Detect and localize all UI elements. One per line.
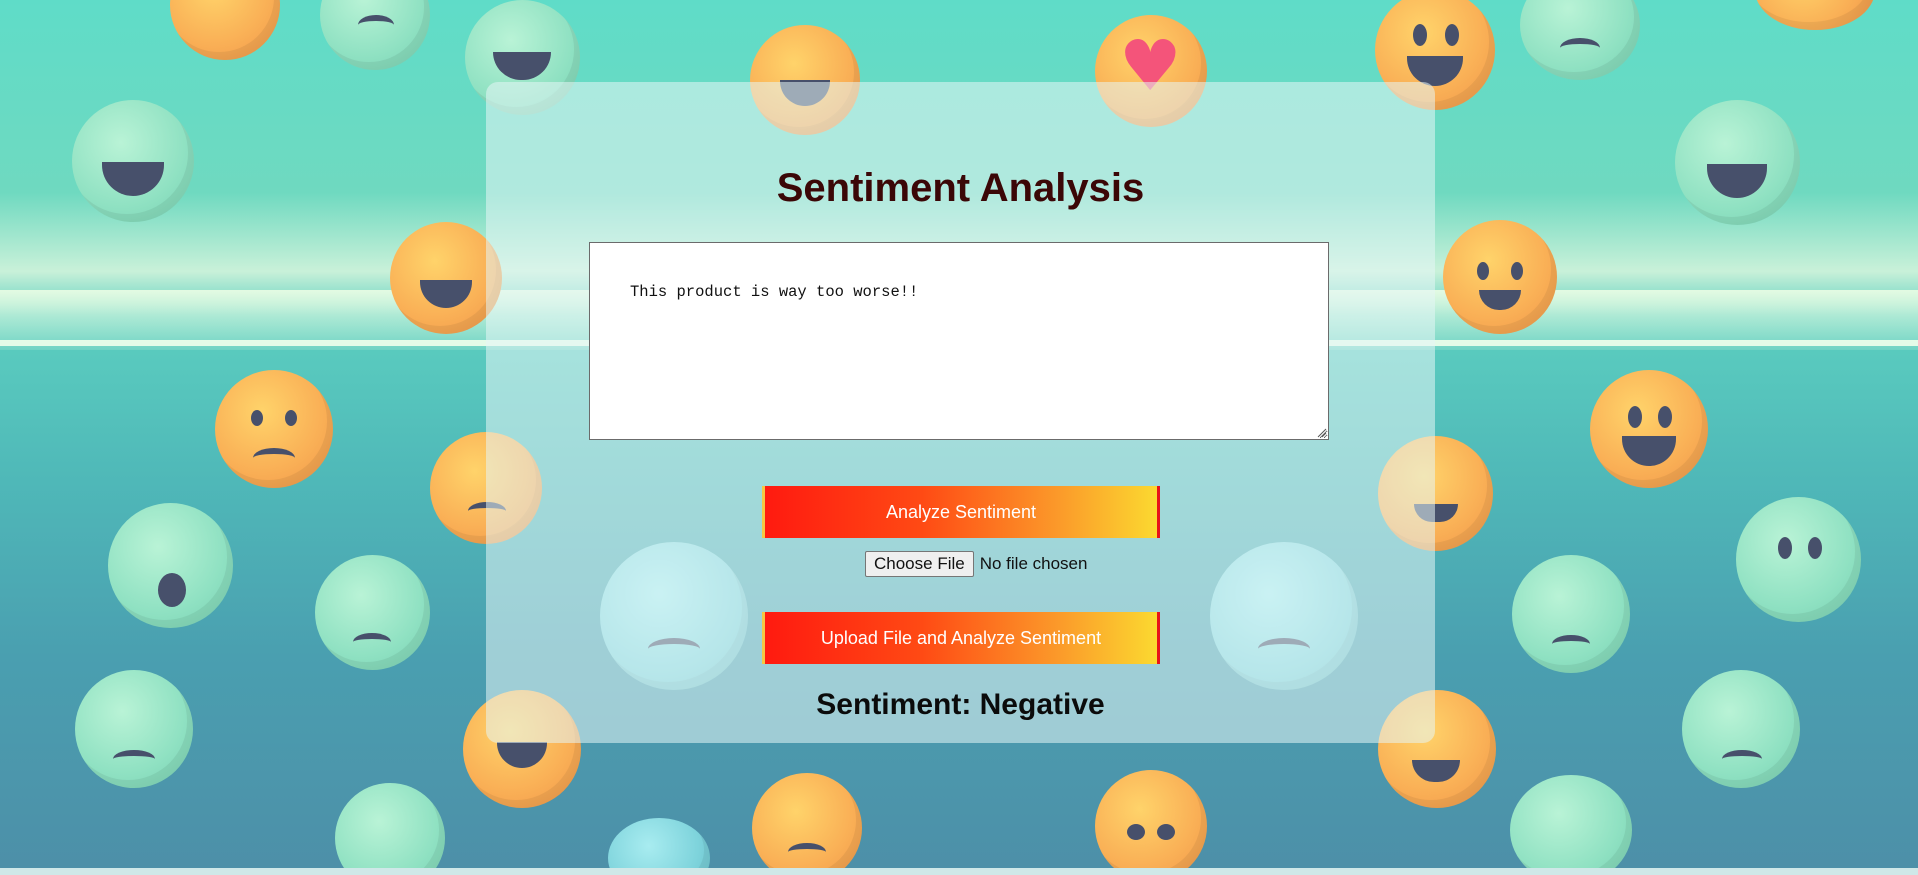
frowning-face-icon [75,670,193,788]
frowning-face-icon [215,370,333,488]
file-status-label: No file chosen [979,554,1088,573]
review-text-input[interactable]: This product is way too worse!! [589,242,1329,440]
laughing-face-icon [72,100,194,222]
choose-file-button[interactable]: Choose File [865,551,974,577]
smiley-face-icon [1095,770,1207,875]
smiley-face-icon [1510,775,1632,875]
laughing-face-icon [1675,100,1800,225]
surprised-face-icon [1736,497,1861,622]
angry-face-icon [1512,555,1630,673]
neutral-face-icon [320,0,430,70]
smiley-face-icon [170,0,280,60]
surprised-face-icon [108,503,233,628]
smiley-face-icon [1755,0,1875,30]
upload-analyze-button[interactable]: Upload File and Analyze Sentiment [762,612,1160,664]
resize-grip-icon[interactable] [1316,427,1327,438]
page-title: Sentiment Analysis [776,166,1145,210]
frowning-face-icon [1682,670,1800,788]
sentiment-result: Sentiment: Negative [816,688,1105,721]
file-input[interactable]: Choose File No file chosen [865,551,1087,577]
frowning-face-icon [752,773,862,875]
bottom-strip [0,868,1918,875]
angry-face-icon [315,555,430,670]
frowning-face-icon [1520,0,1640,80]
angry-face-icon [335,783,445,875]
angry-face-icon [1443,220,1557,334]
frowning-face-icon [608,818,710,875]
analyze-sentiment-button[interactable]: Analyze Sentiment [762,486,1160,538]
smiley-face-icon [1590,370,1708,488]
